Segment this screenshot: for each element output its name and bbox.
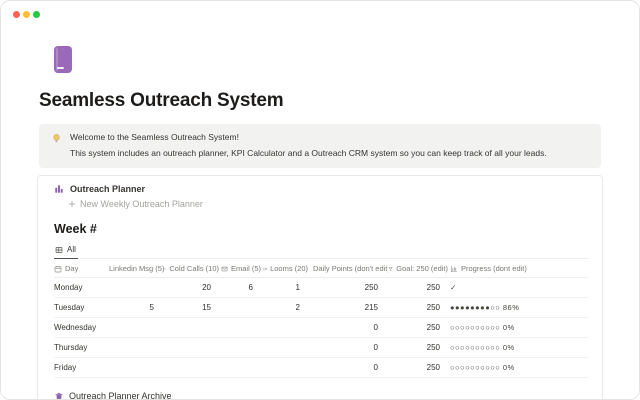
page-title: Seamless Outreach System xyxy=(39,90,601,112)
column-header-email[interactable]: Email (5) xyxy=(221,260,263,278)
column-header-linkedin[interactable]: Linkedin Msg (5) xyxy=(106,260,164,278)
archive-page-label: Outreach Planner Archive xyxy=(69,391,172,400)
cell-linkedin[interactable]: 5 xyxy=(106,298,164,318)
cell-email[interactable] xyxy=(221,358,263,378)
cell-email[interactable] xyxy=(221,298,263,318)
trash-archive-icon xyxy=(54,392,64,400)
video-camera-icon xyxy=(263,265,267,273)
cell-progress: ○○○○○○○○○○ 0% xyxy=(450,338,588,358)
column-header-progress[interactable]: Progress (dont edit) xyxy=(450,260,588,278)
column-header-goal[interactable]: Goal: 250 (edit) xyxy=(388,260,450,278)
cell-linkedin[interactable] xyxy=(106,278,164,298)
zoom-window-button[interactable] xyxy=(33,11,40,18)
table-header-row: Day Linkedin Msg (5) Cold Calls (10) Ema… xyxy=(54,260,588,278)
column-header-daily-points[interactable]: Daily Points (don't edit) xyxy=(310,260,388,278)
plus-icon xyxy=(68,200,76,208)
tab-all-label: All xyxy=(67,245,76,254)
cell-progress: ○○○○○○○○○○ 0% xyxy=(450,358,588,378)
column-header-looms[interactable]: Looms (20) xyxy=(263,260,310,278)
cell-goal[interactable]: 250 xyxy=(388,278,450,298)
cell-looms[interactable]: 1 xyxy=(263,278,310,298)
table-view-icon xyxy=(55,246,63,254)
collection-title: Outreach Planner xyxy=(70,184,145,194)
window-controls xyxy=(13,11,40,18)
cell-linkedin[interactable] xyxy=(106,338,164,358)
page-icon-purple-journal[interactable] xyxy=(54,46,72,73)
cell-day[interactable]: Wednesday xyxy=(54,318,106,338)
cell-looms[interactable] xyxy=(263,318,310,338)
planner-table: Day Linkedin Msg (5) Cold Calls (10) Ema… xyxy=(54,260,588,378)
cell-cold-calls[interactable] xyxy=(164,338,221,358)
welcome-callout: Welcome to the Seamless Outreach System!… xyxy=(39,124,601,168)
cell-goal[interactable]: 250 xyxy=(388,298,450,318)
cell-looms[interactable] xyxy=(263,338,310,358)
bar-chart-icon xyxy=(54,184,64,194)
table-row-wednesday: Wednesday 0 250 ○○○○○○○○○○ 0% xyxy=(54,318,588,338)
cell-daily-points: 0 xyxy=(310,318,388,338)
envelope-icon xyxy=(221,265,228,273)
minimize-window-button[interactable] xyxy=(23,11,30,18)
cell-day[interactable]: Monday xyxy=(54,278,106,298)
new-weekly-planner-button[interactable]: New Weekly Outreach Planner xyxy=(68,199,588,209)
table-row-monday: Monday 20 6 1 250 250 ✓ xyxy=(54,278,588,298)
cell-progress: ●●●●●●●●○○ 86% xyxy=(450,298,588,318)
cell-progress: ✓ xyxy=(450,278,588,298)
cell-daily-points: 0 xyxy=(310,338,388,358)
cell-goal[interactable]: 250 xyxy=(388,358,450,378)
cell-looms[interactable]: 2 xyxy=(263,298,310,318)
outreach-planner-card: Outreach Planner New Weekly Outreach Pla… xyxy=(37,175,603,400)
cell-day[interactable]: Tuesday xyxy=(54,298,106,318)
cell-email[interactable] xyxy=(221,318,263,338)
cell-cold-calls[interactable] xyxy=(164,318,221,338)
tab-all[interactable]: All xyxy=(54,245,78,259)
cell-daily-points: 0 xyxy=(310,358,388,378)
cell-cold-calls[interactable] xyxy=(164,358,221,378)
cell-email[interactable]: 6 xyxy=(221,278,263,298)
calendar-icon xyxy=(54,265,62,273)
cell-looms[interactable] xyxy=(263,358,310,378)
chart-icon xyxy=(450,265,458,273)
app-window: Seamless Outreach System Welcome to the … xyxy=(0,0,640,400)
trophy-icon xyxy=(388,265,393,273)
view-tabs: All xyxy=(54,245,588,259)
light-bulb-icon xyxy=(51,133,62,158)
column-header-day[interactable]: Day xyxy=(54,260,106,278)
table-row-friday: Friday 0 250 ○○○○○○○○○○ 0% xyxy=(54,358,588,378)
week-heading: Week # xyxy=(54,222,588,236)
collection-header: Outreach Planner xyxy=(54,184,588,194)
archive-page-link[interactable]: Outreach Planner Archive xyxy=(54,391,172,400)
cell-cold-calls[interactable]: 15 xyxy=(164,298,221,318)
callout-line2: This system includes an outreach planner… xyxy=(70,148,547,158)
cell-linkedin[interactable] xyxy=(106,358,164,378)
table-row-thursday: Thursday 0 250 ○○○○○○○○○○ 0% xyxy=(54,338,588,358)
cell-linkedin[interactable] xyxy=(106,318,164,338)
cell-goal[interactable]: 250 xyxy=(388,318,450,338)
phone-icon xyxy=(164,265,166,273)
cell-day[interactable]: Thursday xyxy=(54,338,106,358)
callout-line1: Welcome to the Seamless Outreach System! xyxy=(70,132,547,142)
cell-progress: ○○○○○○○○○○ 0% xyxy=(450,318,588,338)
close-window-button[interactable] xyxy=(13,11,20,18)
new-weekly-planner-label: New Weekly Outreach Planner xyxy=(80,199,203,209)
cell-goal[interactable]: 250 xyxy=(388,338,450,358)
table-row-tuesday: Tuesday 5 15 2 215 250 ●●●●●●●●○○ 86% xyxy=(54,298,588,318)
column-header-cold-calls[interactable]: Cold Calls (10) xyxy=(164,260,221,278)
cell-cold-calls[interactable]: 20 xyxy=(164,278,221,298)
cell-email[interactable] xyxy=(221,338,263,358)
cell-daily-points: 215 xyxy=(310,298,388,318)
cell-daily-points: 250 xyxy=(310,278,388,298)
cell-day[interactable]: Friday xyxy=(54,358,106,378)
